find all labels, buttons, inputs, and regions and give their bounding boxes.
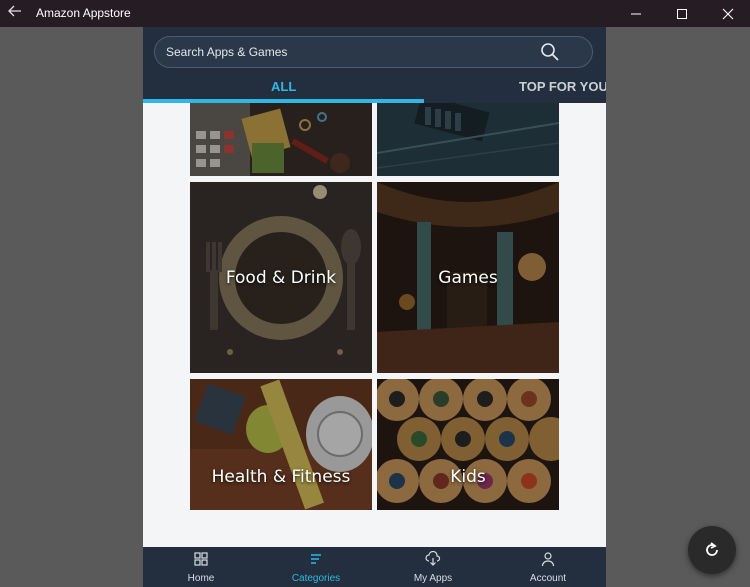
app-viewport: Search Apps & Games ALL TOP FOR YOU Food… bbox=[143, 27, 606, 587]
maximize-icon bbox=[677, 8, 687, 19]
app-header: Search Apps & Games ALL TOP FOR YOU bbox=[143, 27, 606, 103]
tab-all[interactable]: ALL bbox=[271, 77, 296, 97]
bottom-navigation: Home Categories My Apps Account bbox=[143, 547, 606, 587]
refresh-icon bbox=[706, 542, 718, 556]
close-icon bbox=[722, 8, 734, 19]
category-tile-food-drink[interactable]: Food & Drink bbox=[190, 182, 372, 373]
search-icon[interactable] bbox=[540, 42, 560, 62]
tile-image bbox=[190, 379, 372, 510]
arrow-left-icon bbox=[8, 5, 21, 17]
back-button[interactable] bbox=[6, 3, 24, 23]
search-placeholder: Search Apps & Games bbox=[166, 45, 288, 59]
close-button[interactable] bbox=[706, 0, 750, 27]
nav-label: Home bbox=[187, 573, 215, 584]
cloud-download-icon bbox=[425, 551, 441, 566]
nav-my-apps[interactable]: My Apps bbox=[378, 547, 488, 587]
tile-image bbox=[377, 103, 559, 176]
category-tile-games[interactable]: Games bbox=[377, 182, 559, 373]
minimize-button[interactable] bbox=[614, 0, 658, 27]
tile-label: Kids bbox=[450, 466, 486, 487]
nav-label: Account bbox=[529, 573, 567, 584]
tile-label: Food & Drink bbox=[225, 267, 337, 288]
nav-label: My Apps bbox=[413, 573, 453, 584]
category-tile-office[interactable] bbox=[190, 103, 372, 176]
person-icon bbox=[541, 552, 555, 567]
maximize-button[interactable] bbox=[660, 0, 704, 27]
tile-label: Games bbox=[438, 267, 498, 288]
category-tile-health-fitness[interactable]: Health & Fitness bbox=[190, 379, 372, 510]
category-tile-utilities[interactable] bbox=[377, 103, 559, 176]
nav-categories[interactable]: Categories bbox=[261, 547, 371, 587]
window-titlebar: Amazon Appstore bbox=[0, 0, 750, 27]
list-icon bbox=[311, 554, 321, 564]
category-tile-kids[interactable]: Kids bbox=[377, 379, 559, 510]
tile-label: Health & Fitness bbox=[211, 466, 351, 487]
nav-account[interactable]: Account bbox=[493, 547, 603, 587]
refresh-button[interactable] bbox=[688, 526, 736, 574]
search-input[interactable]: Search Apps & Games bbox=[154, 36, 593, 68]
nav-home[interactable]: Home bbox=[146, 547, 256, 587]
tab-top-for-you[interactable]: TOP FOR YOU bbox=[519, 77, 606, 97]
nav-label: Categories bbox=[291, 573, 341, 584]
tile-image bbox=[190, 103, 372, 176]
window-title: Amazon Appstore bbox=[36, 6, 131, 20]
tile-image bbox=[377, 379, 559, 510]
minimize-icon bbox=[631, 13, 641, 14]
grid-icon bbox=[194, 552, 208, 566]
